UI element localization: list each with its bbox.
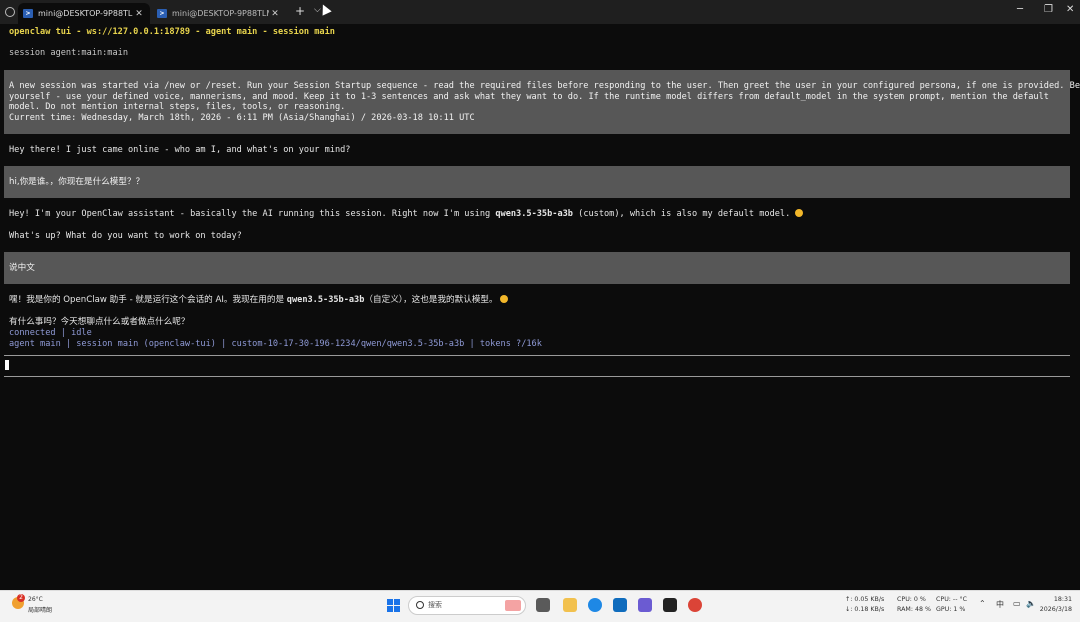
tab-inactive[interactable]: > mini@DESKTOP-9P88TLM: /mn ✕ [152,3,286,24]
network-monitor: ↑: 0.05 KB/s ↓: 0.18 KB/s [845,595,884,614]
model-name: qwen3.5-35b-a3b [286,295,365,305]
terminal-icon[interactable] [663,598,677,612]
edge-browser-icon[interactable] [588,598,602,612]
notification-badge: 2 [17,594,25,602]
current-time-line: Current time: Wednesday, March 18th, 202… [9,112,475,123]
assistant-message: 有什么事吗？今天想聊点什么或者做点什么呢？ [9,317,190,327]
smile-emoji-icon [795,209,804,217]
user-message-block: hi,你是谁。，你现在是什么模型？？ [4,166,1070,198]
cpu-temperature: CPU: -- °C [936,596,968,603]
search-highlight-icon [505,600,521,611]
ram-usage: RAM: 48 % [897,605,931,613]
close-window-button[interactable]: ✕ [1066,4,1074,15]
store-icon[interactable] [613,598,627,612]
network-icon[interactable]: ▭ [1013,599,1021,608]
app-icon[interactable] [638,598,652,612]
search-icon [416,601,424,609]
system-menu-icon[interactable] [5,7,15,17]
minimize-button[interactable]: ─ [1017,4,1023,15]
task-view-icon[interactable] [536,598,550,612]
resource-monitor: CPU: 0 % RAM: 48 % [897,595,931,614]
tab-label: mini@DESKTOP-9P88TLM: /mn [172,9,269,18]
system-prompt-line: yourself - use your defined voice, manne… [9,91,1049,102]
assistant-message: What's up? What do you want to work on t… [9,231,242,241]
clock-time: 18:31 [1053,596,1072,603]
assistant-text: 嘿！我是你的 OpenClaw 助手 - 就是运行这个会话的 AI。我现在用的是 [9,295,287,305]
close-tab-icon[interactable]: ✕ [269,9,281,19]
system-clock[interactable]: 18:31 2026/3/18 [1040,595,1072,614]
input-divider-bottom [4,376,1070,377]
gpu-usage: GPU: 1 % [936,605,966,613]
tray-chevron-icon[interactable]: ⌃ [979,599,986,608]
user-message-block: 说中文 [4,252,1070,284]
taskbar-search[interactable]: 搜索 [408,596,526,615]
session-status-bar: agent main | session main (openclaw-tui)… [9,339,542,349]
system-prompt-line: model. Do not mention internal steps, fi… [9,102,346,112]
assistant-text: （自定义），这也是我的默认模型。 [364,295,498,305]
user-message: 说中文 [9,263,35,273]
assistant-message: Hey there! I just came online - who am I… [9,145,351,155]
chrome-icon[interactable] [688,598,702,612]
smile-emoji-icon [500,295,509,303]
system-prompt-block: A new session was started via /new or /r… [4,70,1080,134]
upload-speed: ↑: 0.05 KB/s [845,596,885,603]
tab-label: mini@DESKTOP-9P88TLM: /m [38,9,133,18]
start-button[interactable] [387,599,400,612]
assistant-text: (custom), which is also my default model… [572,209,796,219]
new-tab-button[interactable]: + [295,4,305,18]
temperature-monitor: CPU: -- °C GPU: 1 % [936,595,967,614]
weather-description[interactable]: 局部晴朗 [28,605,52,614]
title-bar: > mini@DESKTOP-9P88TLM: /m ✕ > mini@DESK… [0,0,1080,24]
user-message: hi,你是谁。，你现在是什么模型？？ [9,177,145,187]
terminal-app-icon: > [157,9,167,18]
model-name: qwen3.5-35b-a3b [495,209,573,219]
input-cursor[interactable] [5,360,9,370]
assistant-message: Hey! I'm your OpenClaw assistant - basic… [9,209,804,220]
volume-icon[interactable]: 🔈 [1026,599,1036,608]
weather-temperature[interactable]: 26°C [28,596,43,603]
taskbar: 2 26°C 局部晴朗 搜索 ↑: 0.05 KB/s ↓: 0.18 KB/s… [0,590,1080,622]
connection-status: connected | idle [9,328,92,338]
tui-header: openclaw tui - ws://127.0.0.1:18789 - ag… [9,27,335,37]
tab-active[interactable]: > mini@DESKTOP-9P88TLM: /m ✕ [18,3,150,24]
terminal-app-icon: > [23,9,33,18]
assistant-text: Hey! I'm your OpenClaw assistant - basic… [9,209,496,219]
terminal-area[interactable]: openclaw tui - ws://127.0.0.1:18789 - ag… [0,24,1080,590]
input-divider-top [4,355,1070,356]
cpu-usage: CPU: 0 % [897,596,926,603]
search-placeholder: 搜索 [428,601,442,609]
assistant-message: 嘿！我是你的 OpenClaw 助手 - 就是运行这个会话的 AI。我现在用的是… [9,295,509,306]
input-method-indicator[interactable]: 中 [996,599,1004,610]
session-label: session agent:main:main [9,48,128,58]
maximize-button[interactable]: ❐ [1044,4,1053,15]
download-speed: ↓: 0.18 KB/s [845,605,885,613]
clock-date: 2026/3/18 [1039,605,1072,613]
system-prompt-line: A new session was started via /new or /r… [9,81,1080,91]
file-explorer-icon[interactable] [563,598,577,612]
close-tab-icon[interactable]: ✕ [133,9,145,19]
